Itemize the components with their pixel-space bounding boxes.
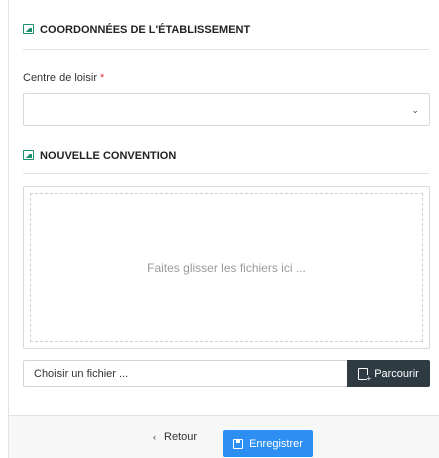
browse-label: Parcourir (374, 367, 419, 380)
back-button[interactable]: ‹ Retour (153, 431, 197, 443)
section-header-convention: NOUVELLE CONVENTION (23, 150, 429, 174)
file-plus-icon (358, 367, 372, 383)
image-icon (23, 24, 34, 34)
chevron-down-icon: ⌄ (411, 105, 419, 115)
save-label: Enregistrer (249, 437, 303, 450)
section-title: COORDONNÉES DE L'ÉTABLISSEMENT (40, 24, 251, 36)
leisure-center-label: Centre de loisir * (23, 72, 104, 84)
image-icon (23, 150, 34, 160)
dropzone-area[interactable]: Faites glisser les fichiers ici ... (30, 193, 423, 342)
floppy-disk-icon (233, 438, 244, 449)
dropzone-hint: Faites glisser les fichiers ici ... (147, 260, 306, 275)
browse-button[interactable]: Parcourir (347, 360, 430, 387)
form-footer: ‹ Retour Enregistrer (9, 415, 439, 458)
required-marker: * (99, 72, 105, 84)
leisure-center-select[interactable]: ⌄ (23, 93, 430, 126)
chevron-left-icon: ‹ (153, 432, 156, 442)
file-dropzone[interactable]: Faites glisser les fichiers ici ... (23, 186, 430, 349)
file-input-group: Choisir un fichier ... Parcourir (23, 360, 430, 387)
form-card: COORDONNÉES DE L'ÉTABLISSEMENT Centre de… (8, 0, 439, 458)
section-header-establishment: COORDONNÉES DE L'ÉTABLISSEMENT (23, 24, 429, 50)
field-label-text: Centre de loisir (23, 72, 97, 84)
file-placeholder: Choisir un fichier ... (34, 367, 129, 380)
section-title: NOUVELLE CONVENTION (40, 150, 177, 162)
file-name-input[interactable]: Choisir un fichier ... (23, 360, 347, 387)
save-button[interactable]: Enregistrer (223, 430, 313, 457)
back-label: Retour (164, 431, 198, 443)
